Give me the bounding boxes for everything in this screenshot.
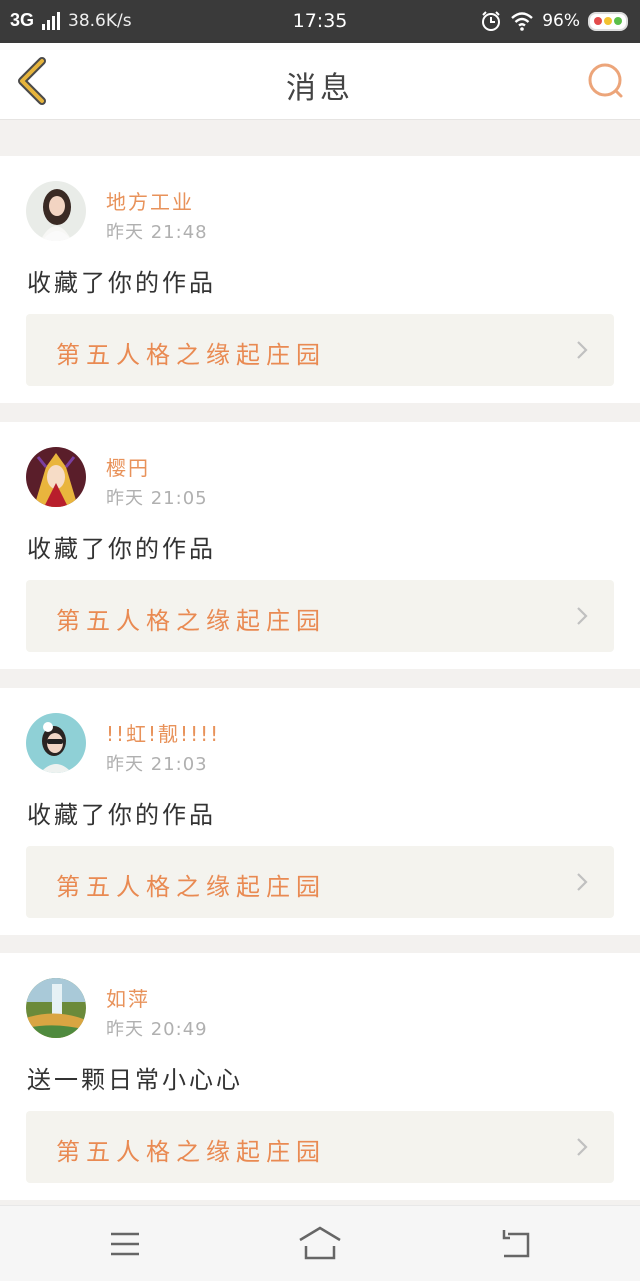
search-button[interactable]	[586, 61, 626, 101]
work-title: 第五人格之缘起庄园	[56, 873, 326, 901]
work-link[interactable]: 第五人格之缘起庄园	[26, 314, 614, 386]
avatar[interactable]	[26, 713, 86, 773]
work-title: 第五人格之缘起庄园	[56, 1138, 326, 1166]
timestamp: 昨天 21:48	[106, 222, 208, 243]
chevron-right-icon	[577, 873, 588, 891]
chevron-right-icon	[577, 607, 588, 625]
work-title: 第五人格之缘起庄园	[56, 341, 326, 369]
message-text: 收藏了你的作品	[27, 801, 216, 829]
back-icon	[502, 1230, 530, 1258]
page-title: 消息	[286, 71, 354, 106]
chevron-left-icon	[18, 57, 46, 105]
work-link[interactable]: 第五人格之缘起庄园	[26, 580, 614, 652]
timestamp: 昨天 21:03	[106, 754, 208, 775]
username[interactable]: 如萍	[106, 983, 150, 1012]
message-card: 地方工业 昨天 21:48 收藏了你的作品 第五人格之缘起庄园	[0, 156, 640, 403]
alarm-icon	[482, 11, 501, 31]
avatar[interactable]	[26, 447, 86, 507]
status-right: 96%	[480, 10, 628, 32]
battery-percent: 96%	[542, 11, 580, 31]
system-back-button[interactable]	[494, 1224, 538, 1264]
username[interactable]: 地方工业	[106, 186, 194, 215]
avatar[interactable]	[26, 978, 86, 1038]
message-text: 送一颗日常小心心	[27, 1066, 243, 1094]
message-text: 收藏了你的作品	[27, 535, 216, 563]
search-icon	[588, 63, 623, 98]
message-card: 樱円 昨天 21:05 收藏了你的作品 第五人格之缘起庄园	[0, 422, 640, 669]
home-button[interactable]	[298, 1224, 342, 1264]
timestamp: 昨天 20:49	[106, 1019, 208, 1040]
message-card: 如萍 昨天 20:49 送一颗日常小心心 第五人格之缘起庄园	[0, 953, 640, 1200]
timestamp: 昨天 21:05	[106, 488, 208, 509]
username[interactable]: 樱円	[106, 452, 150, 481]
home-icon	[299, 1226, 341, 1260]
work-title: 第五人格之缘起庄园	[56, 607, 326, 635]
wifi-icon	[511, 12, 534, 31]
message-text: 收藏了你的作品	[27, 269, 216, 297]
menu-button[interactable]	[103, 1224, 147, 1264]
work-link[interactable]: 第五人格之缘起庄园	[26, 1111, 614, 1183]
back-button[interactable]	[12, 57, 56, 105]
chevron-right-icon	[577, 341, 588, 359]
message-card: !!虹!靓!!!! 昨天 21:03 收藏了你的作品 第五人格之缘起庄园	[0, 688, 640, 935]
work-link[interactable]: 第五人格之缘起庄园	[26, 846, 614, 918]
username[interactable]: !!虹!靓!!!!	[106, 718, 220, 747]
chevron-right-icon	[577, 1138, 588, 1156]
header: 消息	[0, 43, 640, 120]
avatar[interactable]	[26, 181, 86, 241]
battery-icon	[588, 11, 628, 31]
system-nav-bar	[0, 1205, 640, 1281]
status-bar: 3G 38.6K/s 17:35 96%	[0, 0, 640, 43]
menu-icon	[111, 1232, 139, 1256]
